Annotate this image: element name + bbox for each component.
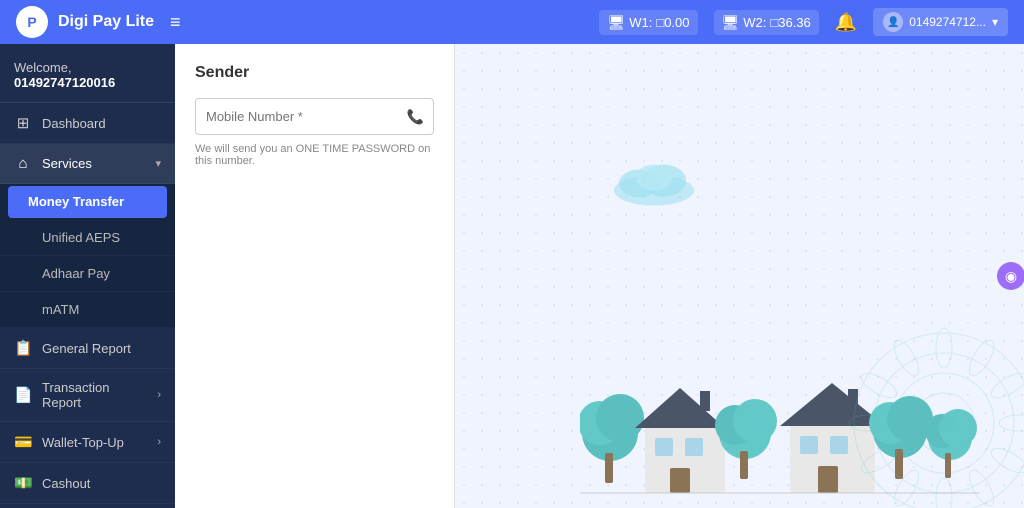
sidebar-item-label: Dashboard (42, 116, 161, 131)
content-area: Sender 📞 We will send you an ONE TIME PA… (175, 44, 1024, 508)
unified-aeps-label: Unified AEPS (42, 230, 120, 245)
sidebar-services-label: Services (42, 156, 145, 171)
sidebar-item-dashboard[interactable]: ⊞ Dashboard (0, 103, 175, 144)
matm-label: mATM (42, 302, 79, 317)
general-report-icon: 📋 (14, 339, 32, 357)
dashboard-icon: ⊞ (14, 114, 32, 132)
wallet2-info: 🖥 W2: □36.36 (714, 10, 819, 35)
wallet2-value: □36.36 (770, 15, 810, 30)
otp-hint-text: We will send you an ONE TIME PASSWORD on… (195, 143, 434, 167)
cashout-label: Cashout (42, 476, 161, 491)
wallet2-icon: 🖥 (722, 14, 740, 31)
illustration-panel: ◉ (455, 44, 1024, 508)
wallet2-label: W2: (743, 15, 766, 30)
main-body: Welcome, 01492747120016 ⊞ Dashboard ⌂ Se… (0, 44, 1024, 508)
app-logo: P (16, 6, 48, 38)
float-action-button[interactable]: ◉ (997, 262, 1024, 290)
cashout-icon: 💵 (14, 474, 32, 492)
transaction-report-arrow-icon: › (157, 389, 161, 401)
sidebar-item-wallet-topup[interactable]: 💳 Wallet-Top-Up › (0, 422, 175, 463)
services-icon: ⌂ (14, 155, 32, 172)
transaction-report-label: Transaction Report (42, 380, 147, 410)
sidebar-username: 01492747120016 (14, 75, 161, 90)
wallet1-label: W1: (629, 15, 652, 30)
submenu-item-money-transfer[interactable]: Money Transfer (8, 186, 167, 218)
wallet-topup-arrow-icon: › (157, 436, 161, 448)
submenu-item-unified-aeps[interactable]: Unified AEPS (0, 220, 175, 256)
mandala-decoration (844, 323, 1024, 508)
user-avatar-icon: 👤 (883, 12, 903, 32)
wallet1-value: □0.00 (656, 15, 689, 30)
user-chevron-icon: ▾ (992, 15, 998, 29)
wallet1-icon: 🖥 (607, 14, 625, 31)
sidebar-welcome: Welcome, 01492747120016 (0, 44, 175, 103)
services-submenu: Money Transfer Unified AEPS Adhaar Pay m… (0, 184, 175, 328)
navbar: P Digi Pay Lite ≡ 🖥 W1: □0.00 🖥 W2: □36.… (0, 0, 1024, 44)
user-menu[interactable]: 👤 0149274712... ▾ (873, 8, 1008, 36)
mobile-number-input[interactable] (195, 98, 434, 135)
wallet-topup-label: Wallet-Top-Up (42, 435, 147, 450)
navbar-right: 🖥 W1: □0.00 🖥 W2: □36.36 🔔 👤 0149274712.… (599, 8, 1008, 36)
sidebar-item-general-report[interactable]: 📋 General Report (0, 328, 175, 369)
adhaar-pay-label: Adhaar Pay (42, 266, 110, 281)
services-chevron-icon: ▾ (155, 157, 161, 170)
transaction-report-icon: 📄 (14, 386, 32, 404)
user-label: 0149274712... (909, 15, 986, 29)
cloud-illustration (609, 156, 699, 211)
wallet-topup-icon: 💳 (14, 433, 32, 451)
sidebar-item-cashout[interactable]: 💵 Cashout (0, 463, 175, 504)
navbar-left: P Digi Pay Lite ≡ (16, 6, 181, 38)
welcome-label: Welcome, (14, 60, 161, 75)
sender-panel: Sender 📞 We will send you an ONE TIME PA… (175, 44, 455, 508)
money-transfer-label: Money Transfer (28, 194, 124, 209)
sender-title: Sender (195, 64, 434, 82)
notification-icon[interactable]: 🔔 (835, 12, 857, 33)
sidebar-item-talk-to-us[interactable]: 💬 Talk to Us (0, 504, 175, 508)
float-btn-icon: ◉ (1005, 268, 1017, 285)
sidebar: Welcome, 01492747120016 ⊞ Dashboard ⌂ Se… (0, 44, 175, 508)
submenu-item-matm[interactable]: mATM (0, 292, 175, 328)
sidebar-item-transaction-report[interactable]: 📄 Transaction Report › (0, 369, 175, 422)
mobile-input-wrapper: 📞 (195, 98, 434, 135)
general-report-label: General Report (42, 341, 161, 356)
sidebar-item-services[interactable]: ⌂ Services ▾ (0, 144, 175, 184)
submenu-item-adhaar-pay[interactable]: Adhaar Pay (0, 256, 175, 292)
wallet1-info: 🖥 W1: □0.00 (599, 10, 697, 35)
app-title: Digi Pay Lite (58, 13, 154, 31)
hamburger-icon[interactable]: ≡ (170, 12, 181, 33)
